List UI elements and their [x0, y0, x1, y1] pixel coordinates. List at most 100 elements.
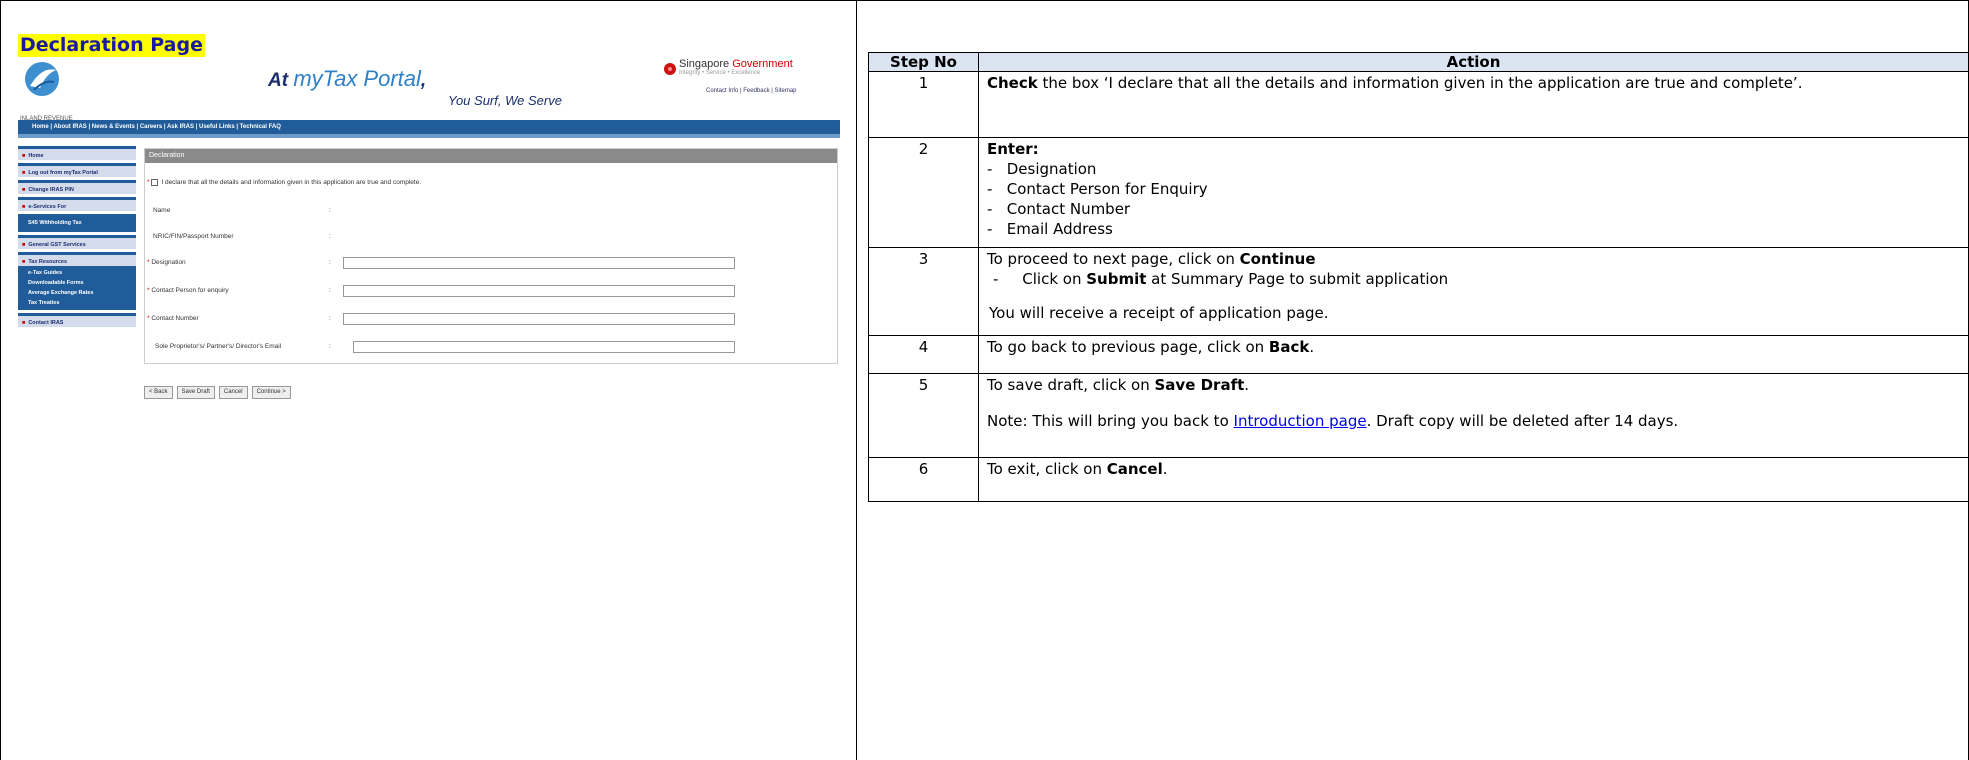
sidebar-resource-item[interactable]: Tax Treaties [28, 298, 136, 308]
declaration-row: * I declare that all the details and inf… [147, 179, 422, 187]
sidebar-resource-item[interactable]: Downloadable Forms [28, 278, 136, 288]
table-row: 5 To save draft, click on Save Draft. No… [868, 373, 1969, 458]
list-item-text: Email Address [1006, 220, 1113, 238]
designation-field[interactable] [343, 257, 735, 269]
step-number: 3 [868, 247, 979, 336]
action-text: the box ‘I declare that all the details … [1037, 74, 1803, 92]
sidebar-item-change-pin[interactable]: ■ Change IRAS PIN [18, 180, 136, 194]
step-action: Check the box ‘I declare that all the de… [978, 71, 1969, 138]
table-row: 4 To go back to previous page, click on … [868, 335, 1969, 374]
top-links[interactable]: Contact Info | Feedback | Sitemap [706, 88, 797, 94]
sidebar-item-label: Change IRAS PIN [28, 187, 74, 193]
contact-person-field[interactable] [343, 285, 735, 297]
table-row: 3 To proceed to next page, click on Cont… [868, 247, 1969, 336]
portal-title: At myTax Portal, [268, 66, 426, 92]
action-bold: Back [1268, 338, 1310, 356]
sg-gov-word-red: Government [732, 58, 793, 70]
sg-gov-tagline: Integrity • Service • Excellence [679, 70, 761, 76]
contact-number-field[interactable] [343, 313, 735, 325]
sidebar-item-label: Tax Resources [28, 259, 68, 265]
form-buttons: < Back Save Draft Cancel Continue > [144, 380, 295, 399]
portal-sidebar: ■ Home ■ Log out from myTax Portal ■ Change… [18, 146, 136, 330]
declaration-text: I declare that all the details and infor… [161, 179, 422, 187]
step-action: Enter: - Designation - Contact Person fo… [978, 137, 1969, 248]
sidebar-sub-s45[interactable]: S45 Withholding Tax [18, 214, 136, 232]
action-text: . [1162, 460, 1168, 478]
sidebar-resource-list: e-Tax Guides Downloadable Forms Average … [18, 266, 136, 310]
colon: : [329, 207, 331, 214]
name-label: Name [153, 207, 171, 214]
portal-comma: , [420, 70, 427, 91]
sidebar-item-gst[interactable]: ■ General GST Services [18, 235, 136, 249]
action-text: at Summary Page to submit application [1146, 270, 1449, 288]
colon: : [329, 259, 331, 266]
action-text: To save draft, click on [987, 376, 1155, 394]
email-field[interactable] [353, 341, 735, 353]
table-header-row: Step No Action [868, 52, 1969, 72]
step-action: To save draft, click on Save Draft. Note… [978, 373, 1969, 458]
contact-person-label: * Contact Person for enquiry [147, 287, 229, 294]
list-item-text: Designation [1006, 160, 1097, 178]
page-title: Declaration Page [18, 34, 205, 57]
portal-screenshot: INLAND REVENUE AUTHORITY OF SINGAPORE At… [18, 58, 840, 399]
colon: : [329, 343, 331, 350]
sidebar-item-label: Log out from myTax Portal [28, 170, 98, 176]
sidebar-item-label: General GST Services [28, 242, 86, 248]
action-text: To exit, click on [987, 460, 1107, 478]
declaration-panel-title: Declaration [145, 149, 837, 163]
action-bold: Cancel [1106, 460, 1163, 478]
sidebar-resource-item[interactable]: Average Exchange Rates [28, 288, 136, 298]
step-action: To proceed to next page, click on Contin… [978, 247, 1969, 336]
table-row: 6 To exit, click on Cancel. [868, 457, 1969, 502]
action-text: To go back to previous page, click on [987, 338, 1269, 356]
contact-number-label-text: Contact Number [151, 315, 199, 322]
list-item: - Email Address [987, 220, 1113, 238]
step-action: To exit, click on Cancel. [978, 457, 1969, 502]
iras-logo-icon [25, 62, 59, 96]
step-number: 4 [868, 335, 979, 374]
action-note: You will receive a receipt of applicatio… [989, 304, 1329, 322]
contact-number-label: * Contact Number [147, 315, 199, 322]
orchid-icon [664, 63, 676, 75]
colon: : [329, 233, 331, 240]
declaration-checkbox[interactable] [151, 179, 159, 186]
email-label: Sole Proprietor's/ Partner's/ Director's… [155, 343, 282, 350]
action-text: To proceed to next page, click on [987, 250, 1240, 268]
sg-gov-name: Singapore Government [679, 58, 793, 70]
action-text: Note: This will bring you back to [987, 412, 1234, 430]
sidebar-item-label: e-Services For [28, 204, 67, 210]
sidebar-item-label: Contact IRAS [28, 320, 64, 326]
contact-person-label-text: Contact Person for enquiry [151, 287, 229, 294]
cancel-button[interactable]: Cancel [218, 386, 248, 399]
sidebar-item-eservices[interactable]: ■ e-Services For [18, 197, 136, 211]
sidebar-resource-item[interactable]: e-Tax Guides [28, 268, 136, 278]
steps-table: Step No Action 1 Check the box ‘I declar… [868, 52, 1969, 502]
nric-label: NRIC/FIN/Passport Number [153, 233, 234, 240]
column-divider [856, 0, 857, 760]
back-button[interactable]: < Back [144, 386, 173, 399]
step-number: 5 [868, 373, 979, 458]
introduction-page-link[interactable]: Introduction page [1234, 412, 1367, 430]
sidebar-item-contact[interactable]: ■ Contact IRAS [18, 313, 136, 327]
action-bold: Continue [1239, 250, 1316, 268]
portal-tagline: You Surf, We Serve [448, 93, 562, 108]
sidebar-item-logout[interactable]: ■ Log out from myTax Portal [18, 163, 136, 177]
list-item: - Contact Person for Enquiry [987, 180, 1208, 198]
action-bold: Save Draft [1154, 376, 1245, 394]
step-number: 1 [868, 71, 979, 138]
action-text: . [1309, 338, 1315, 356]
action-bold: Enter: [987, 140, 1039, 158]
save-draft-button[interactable]: Save Draft [176, 386, 215, 399]
portal-prefix: At [268, 70, 289, 91]
action-bold: Check [987, 74, 1038, 92]
step-number: 6 [868, 457, 979, 502]
portal-navbar[interactable]: Home | About IRAS | News & Events | Care… [18, 120, 840, 134]
navbar-strip [18, 134, 840, 138]
table-row: 1 Check the box ‘I declare that all the … [868, 71, 1969, 138]
sidebar-item-home[interactable]: ■ Home [18, 146, 136, 160]
continue-button[interactable]: Continue > [251, 386, 291, 399]
sidebar-item-resources[interactable]: ■ Tax Resources [18, 252, 136, 266]
list-item-text: Contact Number [1006, 200, 1131, 218]
action-bold: Submit [1086, 270, 1147, 288]
colon: : [329, 315, 331, 322]
